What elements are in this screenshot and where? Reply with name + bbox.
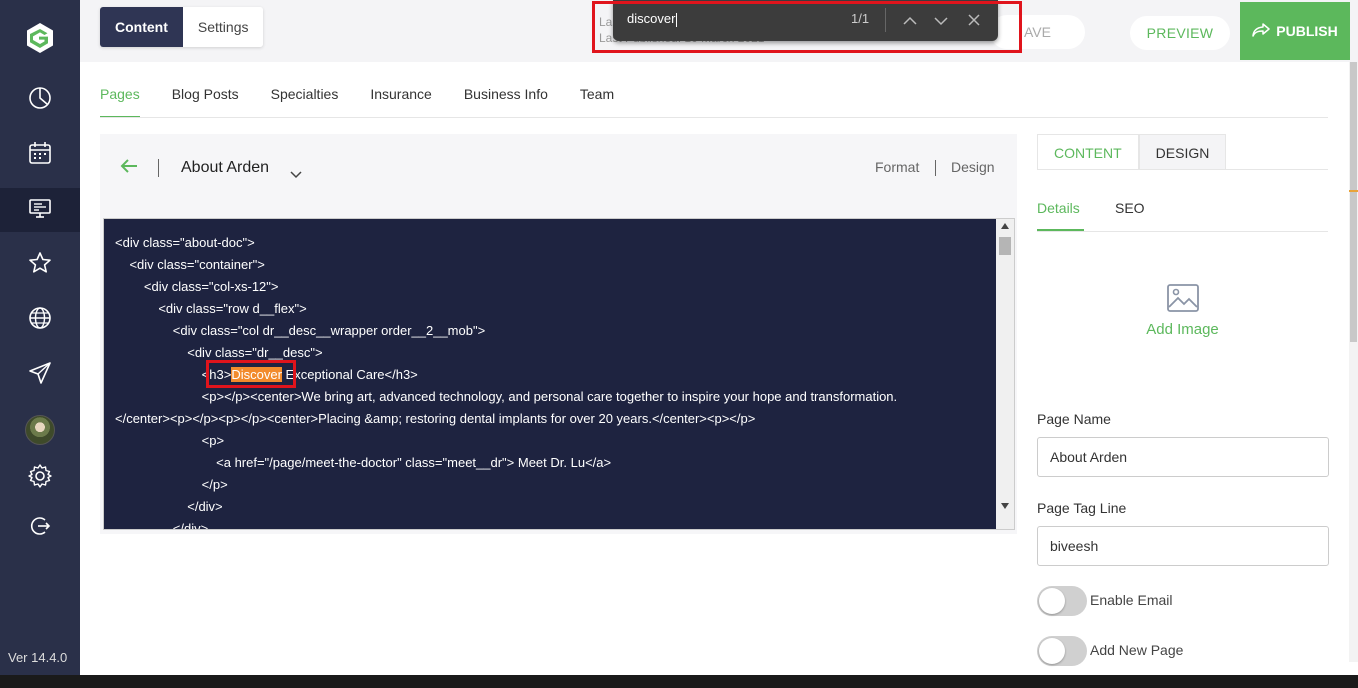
publish-label: PUBLISH xyxy=(1276,23,1338,39)
sidebar-item-globe[interactable] xyxy=(0,298,80,342)
subtab-seo[interactable]: SEO xyxy=(1115,200,1145,231)
editor-header: About Arden Format Design xyxy=(100,134,1017,202)
gear-icon xyxy=(27,463,53,493)
code-line: </div> xyxy=(115,499,223,514)
header-divider xyxy=(158,159,159,177)
code-line: <div class="col-xs-12"> xyxy=(115,279,279,294)
enable-email-label: Enable Email xyxy=(1090,592,1173,608)
version-label: Ver 14.4.0 xyxy=(8,650,68,665)
tab-design-panel[interactable]: DESIGN xyxy=(1138,134,1227,170)
chevron-down-icon xyxy=(290,164,302,183)
panel-tabs: CONTENT DESIGN xyxy=(1037,134,1227,170)
code-line: <div class="container"> xyxy=(115,257,265,272)
code-line: <div class="row d__flex"> xyxy=(115,301,307,316)
subnav-insurance[interactable]: Insurance xyxy=(370,86,431,118)
format-link[interactable]: Format xyxy=(875,159,919,175)
code-line: </p> xyxy=(115,477,228,492)
add-image-label: Add Image xyxy=(1146,321,1219,338)
avatar xyxy=(25,415,55,445)
sidebar: Ver 14.4.0 xyxy=(0,0,80,675)
annotation-box-match xyxy=(206,360,296,388)
page-select-dropdown[interactable] xyxy=(290,164,302,183)
sidebar-item-logout[interactable] xyxy=(0,506,80,550)
tab-content[interactable]: Content xyxy=(100,7,183,47)
enable-email-toggle[interactable] xyxy=(1037,586,1087,616)
code-line: <p></p><center>We bring art, advanced te… xyxy=(115,389,898,404)
sidebar-item-send[interactable] xyxy=(0,353,80,397)
sidebar-item-reviews[interactable] xyxy=(0,243,80,287)
page-tagline-field[interactable]: biveesh xyxy=(1037,526,1329,566)
add-new-page-label: Add New Page xyxy=(1090,642,1184,658)
toggle-knob xyxy=(1039,638,1065,664)
toggle-knob xyxy=(1039,588,1065,614)
calendar-icon xyxy=(27,140,53,170)
subnav-divider xyxy=(100,117,1328,118)
code-text: Exceptional Care</h3> xyxy=(281,367,418,382)
subnav-blog-posts[interactable]: Blog Posts xyxy=(172,86,239,118)
image-icon xyxy=(1166,284,1199,316)
scroll-down-icon[interactable] xyxy=(1001,503,1009,509)
code-line: </center><p></p><p></p><center>Placing &… xyxy=(115,411,756,426)
code-line: <div class="about-doc"> xyxy=(115,235,255,250)
tab-settings[interactable]: Settings xyxy=(182,7,264,47)
panel-tabs-divider xyxy=(1037,169,1328,170)
sidebar-item-profile[interactable] xyxy=(0,408,80,452)
sidebar-item-website[interactable] xyxy=(0,188,80,232)
sidebar-item-dashboard[interactable] xyxy=(0,78,80,122)
scrollbar-thumb[interactable] xyxy=(999,237,1011,255)
dashboard-icon xyxy=(27,85,53,115)
code-scrollbar[interactable] xyxy=(996,219,1014,529)
globe-icon xyxy=(27,305,53,335)
back-button[interactable] xyxy=(120,158,138,178)
subtab-details[interactable]: Details xyxy=(1037,200,1084,231)
subnav-specialties[interactable]: Specialties xyxy=(271,86,339,118)
preview-button[interactable]: PREVIEW xyxy=(1130,16,1230,50)
find-match-marker xyxy=(1349,190,1358,192)
design-link[interactable]: Design xyxy=(951,159,995,175)
page-title: About Arden xyxy=(181,159,270,176)
code-line: <div class="col dr__desc__wrapper order_… xyxy=(115,323,486,338)
share-icon xyxy=(1252,22,1271,41)
page-scrollbar[interactable] xyxy=(1349,62,1358,662)
sidebar-item-calendar[interactable] xyxy=(0,133,80,177)
scroll-up-icon[interactable] xyxy=(1001,223,1009,229)
page-name-field[interactable]: About Arden xyxy=(1037,437,1329,477)
add-new-page-toggle[interactable] xyxy=(1037,636,1087,666)
taskbar-strip xyxy=(0,675,1358,688)
panel-subtabs-divider xyxy=(1037,231,1328,232)
arrow-left-icon xyxy=(120,159,138,178)
panel-subtabs: Details SEO xyxy=(1037,200,1176,231)
add-image-button[interactable]: Add Image xyxy=(1120,284,1245,338)
subnav-team[interactable]: Team xyxy=(580,86,614,118)
content-subnav: Pages Blog Posts Specialties Insurance B… xyxy=(100,86,646,118)
tab-content-panel[interactable]: CONTENT xyxy=(1037,134,1139,170)
format-design-divider xyxy=(935,160,936,176)
monitor-icon xyxy=(27,195,53,225)
g-logo-icon[interactable] xyxy=(22,20,58,56)
page-tagline-label: Page Tag Line xyxy=(1037,500,1127,516)
sidebar-item-settings[interactable] xyxy=(0,456,80,500)
code-line: </div> xyxy=(115,521,209,530)
subnav-pages[interactable]: Pages xyxy=(100,86,140,118)
logout-icon xyxy=(27,513,53,543)
annotation-box-findbar xyxy=(592,1,1022,53)
code-line: <p> xyxy=(115,433,225,448)
page-name-label: Page Name xyxy=(1037,411,1111,427)
subnav-business-info[interactable]: Business Info xyxy=(464,86,548,118)
publish-button[interactable]: PUBLISH xyxy=(1240,2,1350,60)
star-icon xyxy=(27,250,53,280)
code-line: <a href="/page/meet-the-doctor" class="m… xyxy=(115,455,612,470)
mode-tabs: Content Settings xyxy=(100,7,264,47)
send-icon xyxy=(27,360,53,390)
page-scrollbar-thumb[interactable] xyxy=(1350,62,1357,342)
